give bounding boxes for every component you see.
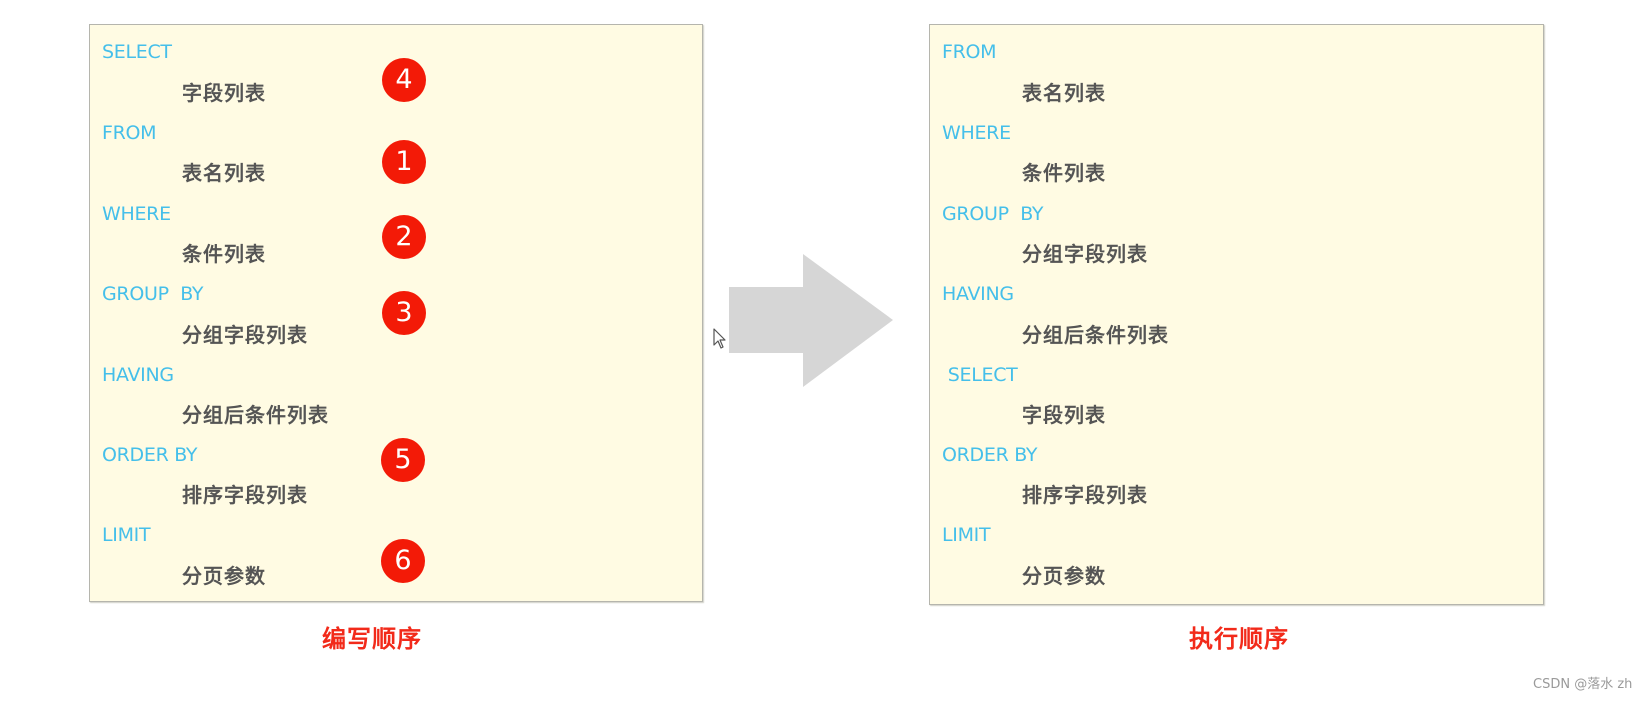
detail-table-list: 表名列表 (182, 161, 266, 185)
right-arrow-icon (729, 254, 893, 387)
detail-group-field-list: 分组字段列表 (1022, 242, 1148, 266)
order-badge-from: 1 (382, 140, 426, 184)
order-badge-limit: 6 (381, 539, 425, 583)
detail-group-field-list: 分组字段列表 (182, 323, 308, 347)
order-badge-select: 4 (382, 58, 426, 102)
mouse-cursor-icon (713, 328, 726, 349)
detail-sort-field-list: 排序字段列表 (1022, 483, 1148, 507)
keyword-limit: LIMIT (102, 524, 151, 546)
detail-post-group-condition-list: 分组后条件列表 (182, 403, 329, 427)
keyword-select: SELECT (102, 41, 172, 63)
keyword-from: FROM (102, 122, 157, 144)
keyword-order-by: ORDER BY (942, 444, 1038, 466)
keyword-where: WHERE (942, 122, 1011, 144)
keyword-order-by: ORDER BY (102, 444, 198, 466)
order-badge-group-by: 3 (382, 291, 426, 335)
detail-field-list: 字段列表 (182, 81, 266, 105)
order-badge-order-by: 5 (381, 438, 425, 482)
keyword-having: HAVING (942, 283, 1014, 305)
execution-order-caption: 执行顺序 (1189, 625, 1289, 653)
keyword-having: HAVING (102, 364, 174, 386)
keyword-where: WHERE (102, 203, 171, 225)
writing-order-box: SELECT 字段列表 FROM 表名列表 WHERE 条件列表 GROUP B… (89, 24, 703, 602)
writing-order-caption: 编写顺序 (322, 625, 422, 653)
detail-sort-field-list: 排序字段列表 (182, 483, 308, 507)
keyword-group-by: GROUP BY (942, 203, 1044, 225)
keyword-limit: LIMIT (942, 524, 991, 546)
detail-paging-params: 分页参数 (1022, 564, 1106, 588)
keyword-group-by: GROUP BY (102, 283, 204, 305)
detail-field-list: 字段列表 (1022, 403, 1106, 427)
detail-condition-list: 条件列表 (182, 242, 266, 266)
keyword-from: FROM (942, 41, 997, 63)
detail-post-group-condition-list: 分组后条件列表 (1022, 323, 1169, 347)
detail-condition-list: 条件列表 (1022, 161, 1106, 185)
arrow-shape (729, 254, 893, 387)
watermark: CSDN @落水 zh (1533, 677, 1633, 692)
detail-table-list: 表名列表 (1022, 81, 1106, 105)
detail-paging-params: 分页参数 (182, 564, 266, 588)
order-badge-where: 2 (382, 215, 426, 259)
keyword-select: SELECT (942, 364, 1018, 386)
execution-order-box: FROM 表名列表 WHERE 条件列表 GROUP BY 分组字段列表 HAV… (929, 24, 1544, 605)
